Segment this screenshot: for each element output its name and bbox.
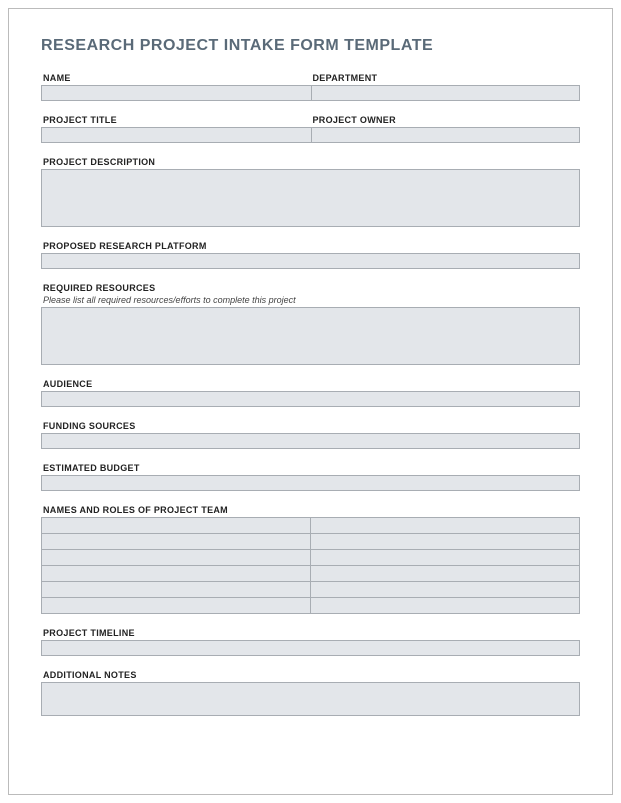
input-platform[interactable] bbox=[41, 253, 580, 269]
team-cell-name[interactable] bbox=[42, 582, 310, 598]
label-description: PROJECT DESCRIPTION bbox=[41, 157, 580, 167]
label-funding: FUNDING SOURCES bbox=[41, 421, 580, 431]
label-platform: PROPOSED RESEARCH PLATFORM bbox=[41, 241, 580, 251]
team-cell-name[interactable] bbox=[42, 518, 310, 534]
team-cell-name[interactable] bbox=[42, 534, 310, 550]
team-row bbox=[42, 518, 579, 534]
section-budget: ESTIMATED BUDGET bbox=[41, 463, 580, 491]
col-name: NAME bbox=[41, 73, 311, 101]
input-project-title[interactable] bbox=[41, 127, 311, 143]
label-name: NAME bbox=[41, 73, 311, 83]
team-cell-name[interactable] bbox=[42, 550, 310, 566]
team-cell-role[interactable] bbox=[310, 582, 579, 598]
input-name[interactable] bbox=[41, 85, 311, 101]
row-title-owner: PROJECT TITLE PROJECT OWNER bbox=[41, 115, 580, 143]
label-project-owner: PROJECT OWNER bbox=[311, 115, 581, 125]
label-project-title: PROJECT TITLE bbox=[41, 115, 311, 125]
team-row bbox=[42, 534, 579, 550]
section-notes: ADDITIONAL NOTES bbox=[41, 670, 580, 716]
hint-resources: Please list all required resources/effor… bbox=[41, 295, 580, 305]
section-team: NAMES AND ROLES OF PROJECT TEAM bbox=[41, 505, 580, 614]
team-cell-name[interactable] bbox=[42, 566, 310, 582]
label-resources: REQUIRED RESOURCES bbox=[41, 283, 580, 293]
input-department[interactable] bbox=[311, 85, 581, 101]
section-resources: REQUIRED RESOURCES Please list all requi… bbox=[41, 283, 580, 365]
section-audience: AUDIENCE bbox=[41, 379, 580, 407]
input-resources[interactable] bbox=[41, 307, 580, 365]
input-project-owner[interactable] bbox=[311, 127, 581, 143]
label-budget: ESTIMATED BUDGET bbox=[41, 463, 580, 473]
input-notes[interactable] bbox=[41, 682, 580, 716]
label-notes: ADDITIONAL NOTES bbox=[41, 670, 580, 680]
input-budget[interactable] bbox=[41, 475, 580, 491]
section-timeline: PROJECT TIMELINE bbox=[41, 628, 580, 656]
team-cell-role[interactable] bbox=[310, 534, 579, 550]
input-funding[interactable] bbox=[41, 433, 580, 449]
input-audience[interactable] bbox=[41, 391, 580, 407]
col-project-owner: PROJECT OWNER bbox=[311, 115, 581, 143]
label-department: DEPARTMENT bbox=[311, 73, 581, 83]
col-project-title: PROJECT TITLE bbox=[41, 115, 311, 143]
row-name-dept: NAME DEPARTMENT bbox=[41, 73, 580, 101]
team-row bbox=[42, 566, 579, 582]
input-description[interactable] bbox=[41, 169, 580, 227]
team-table bbox=[41, 517, 580, 614]
team-row bbox=[42, 550, 579, 566]
team-cell-role[interactable] bbox=[310, 566, 579, 582]
label-team: NAMES AND ROLES OF PROJECT TEAM bbox=[41, 505, 580, 515]
section-funding: FUNDING SOURCES bbox=[41, 421, 580, 449]
team-cell-name[interactable] bbox=[42, 598, 310, 614]
team-cell-role[interactable] bbox=[310, 598, 579, 614]
input-timeline[interactable] bbox=[41, 640, 580, 656]
section-platform: PROPOSED RESEARCH PLATFORM bbox=[41, 241, 580, 269]
team-row bbox=[42, 598, 579, 614]
team-cell-role[interactable] bbox=[310, 518, 579, 534]
team-cell-role[interactable] bbox=[310, 550, 579, 566]
section-description: PROJECT DESCRIPTION bbox=[41, 157, 580, 227]
team-row bbox=[42, 582, 579, 598]
label-audience: AUDIENCE bbox=[41, 379, 580, 389]
form-title: RESEARCH PROJECT INTAKE FORM TEMPLATE bbox=[41, 37, 580, 55]
col-department: DEPARTMENT bbox=[311, 73, 581, 101]
form-page: RESEARCH PROJECT INTAKE FORM TEMPLATE NA… bbox=[8, 8, 613, 795]
label-timeline: PROJECT TIMELINE bbox=[41, 628, 580, 638]
